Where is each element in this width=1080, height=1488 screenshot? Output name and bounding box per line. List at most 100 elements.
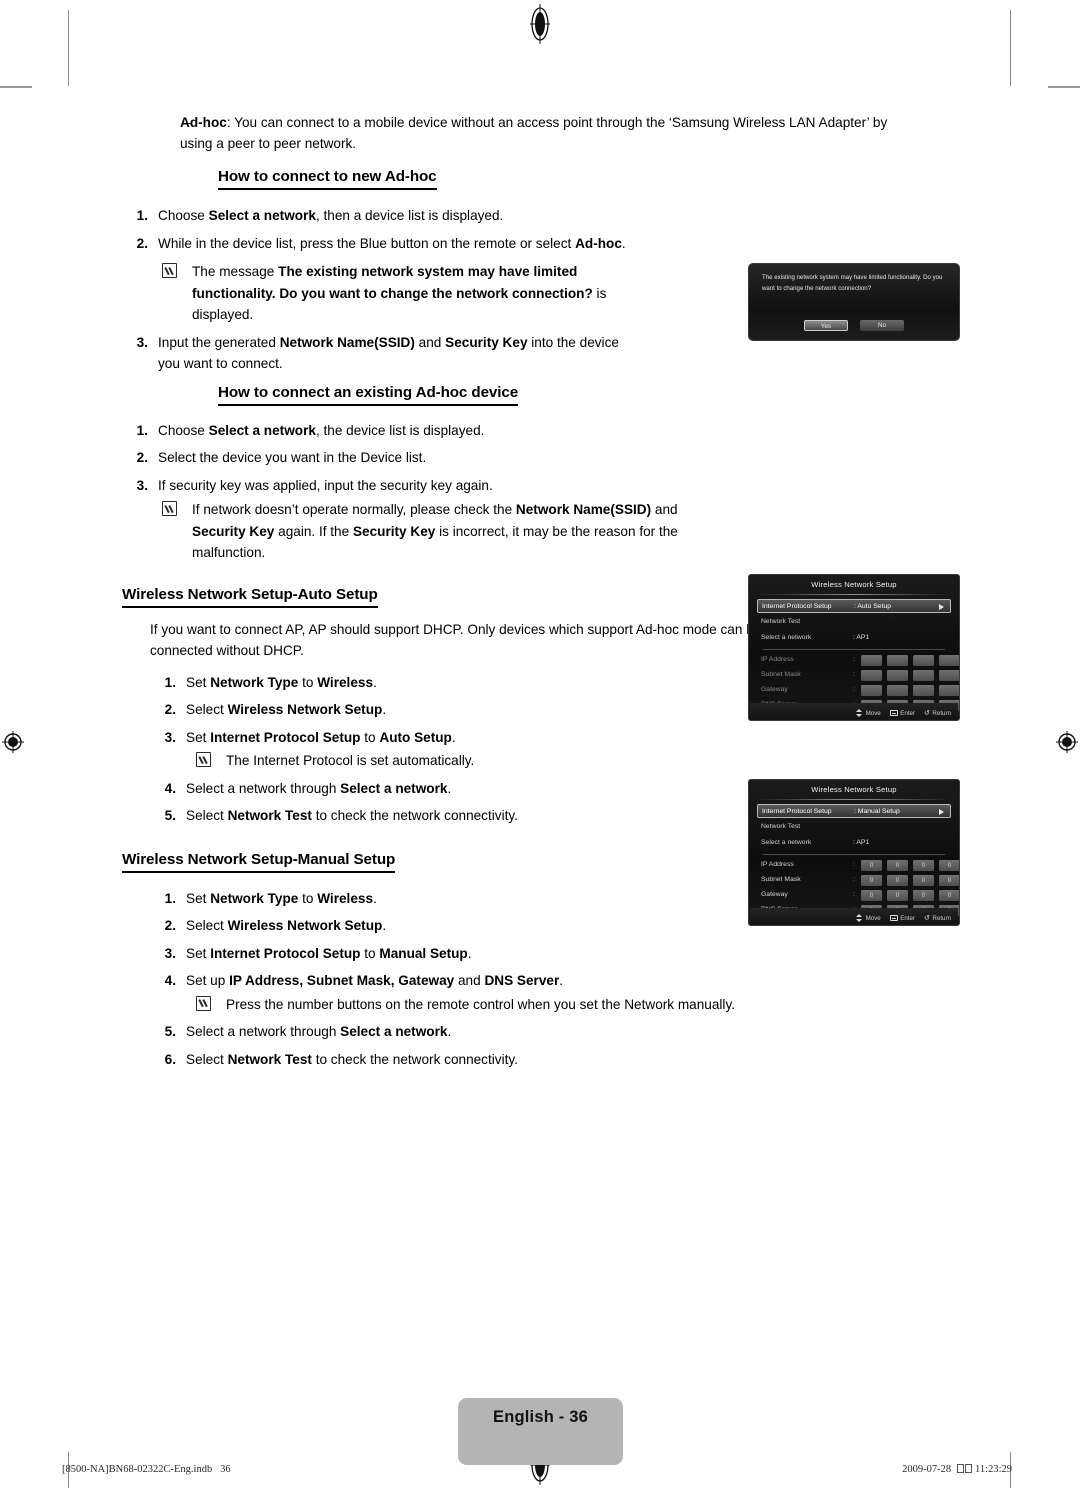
registration-mark-top xyxy=(530,4,550,44)
note-existing-adhoc: If network doesn’t operate normally, ple… xyxy=(158,499,682,564)
step-text: Select the device you want in the Device… xyxy=(158,450,427,465)
footer-date: 2009-07-28 xyxy=(902,1464,952,1475)
osd-return-label: Return xyxy=(932,709,951,717)
step-text: Select Wireless Network Setup. xyxy=(186,918,387,933)
crop-line-right-edge xyxy=(1048,86,1080,88)
osd-ip-octet[interactable]: 0 xyxy=(939,859,959,871)
osd-ip-colon: : xyxy=(853,686,855,693)
step-text: Select a network through Select a networ… xyxy=(186,780,452,796)
osd-manual-separator xyxy=(763,854,945,855)
osd-auto-footer: Move Enter ↺ Return xyxy=(856,709,951,717)
osd-ip-octet[interactable] xyxy=(861,684,882,696)
osd-row-value: : Manual Setup xyxy=(854,808,900,815)
osd-return-hint: ↺ Return xyxy=(924,915,951,922)
osd-ip-octet[interactable]: 0 xyxy=(887,889,908,901)
osd-manual-row-internet-protocol-setup[interactable]: Internet Protocol Setup : Manual Setup xyxy=(757,804,951,818)
step-number: 3. xyxy=(164,729,176,745)
osd-auto-separator xyxy=(763,649,945,650)
steps-existing-adhoc: 1. Choose Select a network, the device l… xyxy=(122,420,942,564)
osd-row-label: Network Test xyxy=(761,823,801,830)
osd-ip-octet[interactable]: 0 xyxy=(913,889,934,901)
osd-ip-octet[interactable] xyxy=(913,684,934,696)
osd-row-label: Network Test xyxy=(761,618,801,625)
up-down-arrow-icon xyxy=(856,709,863,717)
osd-yes-button[interactable]: Yes xyxy=(804,320,848,331)
osd-auto-row-network-test[interactable]: Network Test xyxy=(757,615,951,629)
osd-ip-octet[interactable] xyxy=(939,669,959,681)
heading-wrap-new-adhoc: How to connect to new Ad-hoc xyxy=(218,168,942,201)
osd-no-button[interactable]: No xyxy=(860,320,904,331)
note-auto-setup: The Internet Protocol is set automatical… xyxy=(186,750,942,772)
step-number: 6. xyxy=(164,1051,176,1067)
osd-return-label: Return xyxy=(932,914,951,922)
osd-ip-octet[interactable]: 0 xyxy=(887,859,908,871)
manual-page: – Ad-hoc: You can connect to a mobile de… xyxy=(0,0,1080,1488)
osd-auto-row-select-a-network[interactable]: Select a network : AP1 xyxy=(757,631,951,645)
list-item: 1. Choose Select a network, then a devic… xyxy=(122,205,942,227)
return-arrow-icon: ↺ xyxy=(924,709,930,717)
osd-ip-octet[interactable] xyxy=(887,669,908,681)
adhoc-bullet: – Ad-hoc: You can connect to a mobile de… xyxy=(122,112,915,154)
osd-return-hint: ↺ Return xyxy=(924,710,951,717)
step-number: 4. xyxy=(164,780,176,796)
step-text: Choose Select a network, the device list… xyxy=(158,422,485,438)
osd-ip-octet[interactable]: 0 xyxy=(861,889,882,901)
step-text: Select a network through Select a networ… xyxy=(186,1024,452,1039)
osd-ip-octet[interactable] xyxy=(913,669,934,681)
step-number: 1. xyxy=(164,674,176,690)
list-item: 1. Choose Select a network, the device l… xyxy=(122,420,942,442)
chevron-right-icon xyxy=(939,604,944,610)
note-text: Press the number buttons on the remote c… xyxy=(226,996,736,1012)
list-item: 3. Input the generated Network Name(SSID… xyxy=(122,332,628,375)
registration-mark-left xyxy=(2,731,24,753)
step-text: Set Network Type to Wireless. xyxy=(186,890,377,906)
osd-manual-subnet-mask-row: Subnet Mask : 0 0 0 0 xyxy=(757,874,959,887)
osd-ip-boxes: 0 0 0 0 xyxy=(861,859,959,871)
step-number: 3. xyxy=(136,477,148,493)
osd-ip-label: IP Address xyxy=(761,656,794,663)
osd-ip-octet[interactable]: 0 xyxy=(939,889,959,901)
osd-auto-title-rule xyxy=(757,594,951,595)
osd-ip-boxes xyxy=(861,684,959,696)
osd-ip-octet[interactable] xyxy=(887,654,908,666)
step-text: Select Wireless Network Setup. xyxy=(186,702,387,717)
osd-ip-octet[interactable]: 0 xyxy=(939,874,959,886)
osd-network-change-dialog: The existing network system may have lim… xyxy=(748,263,960,341)
step-text: Select Network Test to check the network… xyxy=(186,1051,518,1067)
step-text: Input the generated Network Name(SSID) a… xyxy=(158,334,619,372)
osd-row-value: : AP1 xyxy=(853,634,870,641)
osd-ip-octet[interactable] xyxy=(887,684,908,696)
osd-row-label: Internet Protocol Setup xyxy=(762,603,832,610)
osd-manual-row-network-test[interactable]: Network Test xyxy=(757,820,951,834)
osd-ip-colon: : xyxy=(853,876,855,883)
osd-ip-octet[interactable]: 0 xyxy=(861,859,882,871)
osd-ip-colon: : xyxy=(853,671,855,678)
enter-key-icon xyxy=(889,914,898,922)
osd-manual-row-select-a-network[interactable]: Select a network : AP1 xyxy=(757,836,951,850)
osd-ip-octet[interactable]: 0 xyxy=(913,859,934,871)
osd-ip-octet[interactable] xyxy=(939,684,959,696)
note-pencil-icon xyxy=(196,995,211,1011)
osd-ip-octet[interactable] xyxy=(861,669,882,681)
osd-ip-octet[interactable]: 0 xyxy=(887,874,908,886)
osd-manual-title-rule xyxy=(757,799,951,800)
osd-manual-ip-address-row: IP Address : 0 0 0 0 xyxy=(757,859,959,872)
step-text: Set Network Type to Wireless. xyxy=(186,674,377,690)
page-number-badge: English - 36 xyxy=(458,1398,623,1465)
osd-row-label: Internet Protocol Setup xyxy=(762,808,832,815)
step-text: Choose Select a network, then a device l… xyxy=(158,208,504,223)
note-pencil-icon xyxy=(162,501,177,516)
osd-ip-octet[interactable]: 0 xyxy=(913,874,934,886)
chevron-right-icon xyxy=(939,809,944,815)
osd-ip-octet[interactable] xyxy=(939,654,959,666)
osd-auto-row-internet-protocol-setup[interactable]: Internet Protocol Setup : Auto Setup xyxy=(757,599,951,613)
osd-ip-octet[interactable] xyxy=(913,654,934,666)
osd-ip-colon: : xyxy=(853,656,855,663)
osd-ip-octet[interactable] xyxy=(861,654,882,666)
enter-key-icon xyxy=(889,709,898,717)
step-number: 2. xyxy=(136,235,148,251)
osd-auto-title: Wireless Network Setup xyxy=(811,580,897,589)
list-item: 6. Select Network Test to check the netw… xyxy=(150,1049,942,1071)
osd-ip-octet[interactable]: 0 xyxy=(861,874,882,886)
osd-wireless-setup-manual: Wireless Network Setup Internet Protocol… xyxy=(748,779,960,926)
